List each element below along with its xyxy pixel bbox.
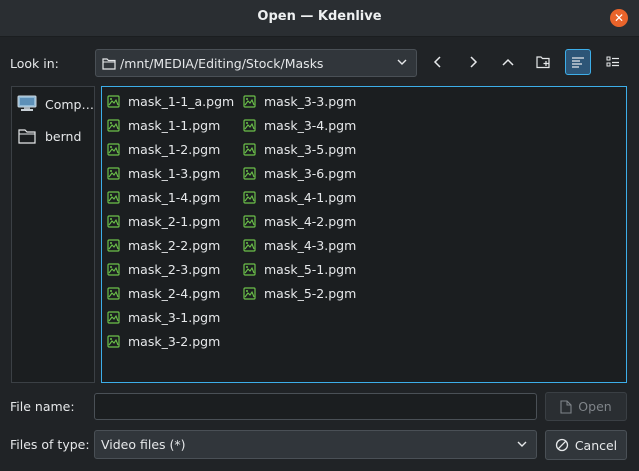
folder-icon <box>102 58 116 70</box>
image-file-icon <box>243 287 256 300</box>
parent-folder-button[interactable] <box>495 49 521 75</box>
cancel-icon <box>555 438 568 452</box>
image-file-icon <box>243 143 256 156</box>
file-name: mask_2-2.pgm <box>128 238 221 253</box>
image-file-icon <box>107 215 120 228</box>
image-file-icon <box>243 239 256 252</box>
file-name: mask_3-5.pgm <box>264 142 357 157</box>
place-computer[interactable]: Comp… <box>16 92 94 116</box>
title-bar: Open — Kdenlive ✕ <box>0 0 639 37</box>
chevron-down-icon <box>517 441 527 447</box>
file-name: mask_5-2.pgm <box>264 286 357 301</box>
image-file-icon <box>243 95 256 108</box>
list-view-icon <box>606 56 619 66</box>
image-file-icon <box>243 167 256 180</box>
image-file-icon <box>107 143 120 156</box>
file-name: mask_1-3.pgm <box>128 166 221 181</box>
image-file-icon <box>107 119 120 132</box>
file-name: mask_4-2.pgm <box>264 214 357 229</box>
computer-icon <box>17 95 37 111</box>
image-file-icon <box>107 263 120 276</box>
file-name: mask_3-6.pgm <box>264 166 357 181</box>
file-name: mask_5-1.pgm <box>264 262 357 277</box>
places-panel: Comp… bernd <box>11 86 95 383</box>
image-file-icon <box>107 311 120 324</box>
list-view-button[interactable] <box>600 49 626 75</box>
new-folder-icon <box>535 56 550 69</box>
window-title: Open — Kdenlive <box>257 9 382 24</box>
file-type-value: Video files (*) <box>101 437 186 452</box>
file-name: mask_2-4.pgm <box>128 286 221 301</box>
image-file-icon <box>107 335 120 348</box>
close-icon[interactable]: ✕ <box>610 9 628 27</box>
file-name: mask_2-1.pgm <box>128 214 221 229</box>
chevron-left-icon <box>433 56 441 68</box>
file-list[interactable]: mask_1-1_a.pgm mask_1-1.pgm mask_1-2.pgm ma… <box>101 86 627 383</box>
image-file-icon <box>107 167 120 180</box>
new-folder-button[interactable] <box>530 49 556 75</box>
open-button[interactable]: Open <box>545 392 627 421</box>
look-in-combo[interactable]: /mnt/MEDIA/Editing/Stock/Masks <box>95 49 417 77</box>
file-name: mask_2-3.pgm <box>128 262 221 277</box>
file-name: mask_3-3.pgm <box>264 94 357 109</box>
file-name: mask_4-3.pgm <box>264 238 357 253</box>
file-name: mask_3-1.pgm <box>128 310 221 325</box>
file-name: mask_1-2.pgm <box>128 142 221 157</box>
image-file-icon <box>243 191 256 204</box>
file-name-label: File name: <box>10 399 75 414</box>
folder-icon <box>18 129 36 144</box>
file-name-input[interactable] <box>94 393 537 420</box>
document-open-icon <box>560 399 572 414</box>
back-button[interactable] <box>425 49 451 75</box>
file-name: mask_1-1.pgm <box>128 118 221 133</box>
cancel-button-label: Cancel <box>574 437 618 453</box>
detail-view-button[interactable] <box>565 49 591 75</box>
file-type-label: Files of type: <box>10 437 90 452</box>
file-name: mask_3-4.pgm <box>264 118 357 133</box>
image-file-icon <box>243 215 256 228</box>
open-button-label: Open <box>578 399 612 414</box>
file-name: mask_1-1_a.pgm <box>128 94 235 109</box>
file-name: mask_3-2.pgm <box>128 334 221 349</box>
image-file-icon <box>107 191 120 204</box>
file-name: mask_4-1.pgm <box>264 190 357 205</box>
forward-button[interactable] <box>460 49 486 75</box>
place-label: bernd <box>45 129 82 144</box>
image-file-icon <box>107 287 120 300</box>
image-file-icon <box>107 239 120 252</box>
file-type-combo[interactable]: Video files (*) <box>94 430 537 459</box>
look-in-path: /mnt/MEDIA/Editing/Stock/Masks <box>120 56 324 71</box>
place-label: Comp… <box>45 97 94 112</box>
chevron-down-icon <box>397 59 407 65</box>
chevron-up-icon <box>502 58 514 66</box>
file-name: mask_1-4.pgm <box>128 190 221 205</box>
look-in-label: Look in: <box>10 56 59 71</box>
place-home[interactable]: bernd <box>16 124 94 148</box>
image-file-icon <box>107 95 120 108</box>
detail-view-icon <box>572 56 584 68</box>
cancel-button[interactable]: Cancel <box>545 430 627 460</box>
chevron-right-icon <box>470 56 478 68</box>
image-file-icon <box>243 263 256 276</box>
image-file-icon <box>243 119 256 132</box>
